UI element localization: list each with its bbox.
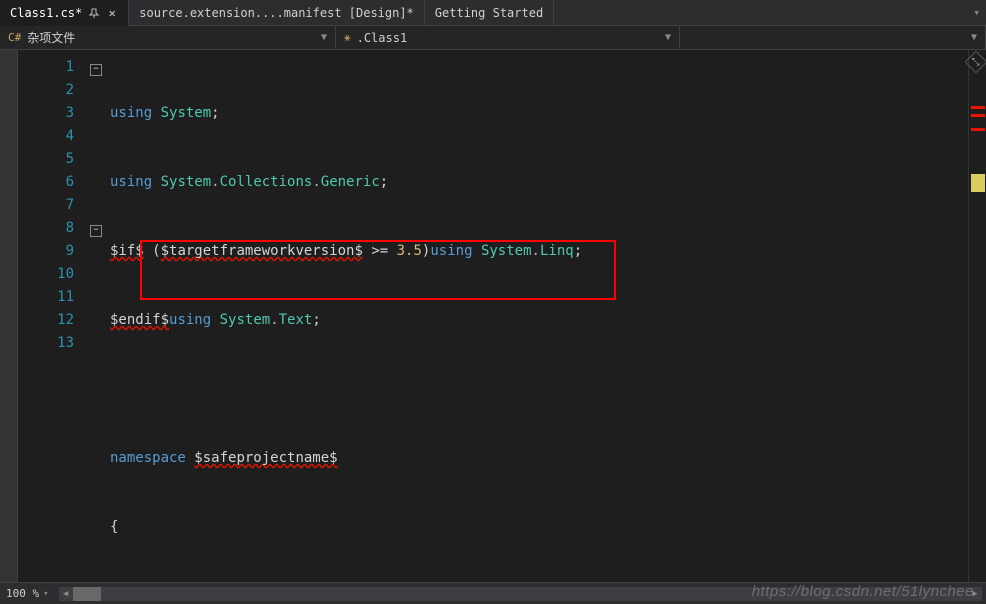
- line-number: 2: [18, 79, 74, 102]
- scroll-thumb[interactable]: [73, 587, 101, 601]
- nav-empty-dropdown[interactable]: ▼: [680, 26, 986, 49]
- tab-getting-started[interactable]: Getting Started: [425, 0, 554, 26]
- line-number: 9: [18, 240, 74, 263]
- split-icon[interactable]: ⤡: [965, 51, 986, 74]
- close-icon[interactable]: ✕: [106, 7, 118, 19]
- annotation-box: [140, 240, 616, 300]
- chevron-down-icon: ▾: [43, 589, 48, 599]
- token: $endif$: [110, 312, 169, 328]
- error-mark[interactable]: [971, 106, 985, 109]
- zoom-value: 100 %: [6, 587, 39, 600]
- line-number: 13: [18, 332, 74, 355]
- line-number: 10: [18, 263, 74, 286]
- type: System: [161, 174, 212, 190]
- type: System: [220, 312, 271, 328]
- error-mark[interactable]: [971, 128, 985, 131]
- editor-area: 1 2 3 4 5 6 7 8 9 10 11 12 13 − − using …: [0, 50, 986, 582]
- status-bar: 100 % ▾ ◀ ▶ https://blog.csdn.net/51lync…: [0, 582, 986, 604]
- line-number: 6: [18, 171, 74, 194]
- fold-toggle[interactable]: −: [90, 225, 102, 237]
- chevron-down-icon: ▼: [971, 32, 977, 43]
- tab-class1[interactable]: Class1.cs* ✕: [0, 0, 129, 26]
- keyword: using: [110, 174, 152, 190]
- keyword: using: [169, 312, 211, 328]
- line-number: 11: [18, 286, 74, 309]
- left-margin: [0, 50, 18, 582]
- code-editor[interactable]: 1 2 3 4 5 6 7 8 9 10 11 12 13 − − using …: [18, 50, 986, 582]
- change-mark[interactable]: [971, 174, 985, 192]
- type: System: [161, 105, 212, 121]
- tabs-overflow[interactable]: ▾: [973, 6, 986, 19]
- line-number: 8: [18, 217, 74, 240]
- tab-manifest[interactable]: source.extension....manifest [Design]*: [129, 0, 425, 26]
- class-icon: ⚹: [344, 31, 351, 45]
- code-nav-bar: C# 杂项文件 ▼ ⚹ .Class1 ▼ ▼: [0, 26, 986, 50]
- scroll-right-icon[interactable]: ▶: [968, 587, 982, 601]
- error-mark[interactable]: [971, 114, 985, 117]
- zoom-control[interactable]: 100 % ▾: [0, 587, 55, 600]
- tab-label: Getting Started: [435, 6, 543, 20]
- document-tabs: Class1.cs* ✕ source.extension....manifes…: [0, 0, 986, 26]
- token: $if$: [110, 243, 144, 259]
- fold-toggle[interactable]: −: [90, 64, 102, 76]
- line-number: 12: [18, 309, 74, 332]
- chevron-down-icon: ▼: [321, 32, 327, 43]
- type: Collections: [220, 174, 313, 190]
- token: $safeprojectname$: [194, 450, 337, 466]
- tab-label: Class1.cs*: [10, 6, 82, 20]
- keyword: using: [110, 105, 152, 121]
- tab-label: source.extension....manifest [Design]*: [139, 6, 414, 20]
- line-number: 4: [18, 125, 74, 148]
- nav-scope-label: 杂项文件: [27, 29, 75, 46]
- line-number: 1: [18, 56, 74, 79]
- chevron-down-icon: ▼: [665, 32, 671, 43]
- keyword: namespace: [110, 450, 186, 466]
- line-number: 7: [18, 194, 74, 217]
- overview-ruler[interactable]: ⤡: [968, 50, 986, 582]
- line-number-gutter: 1 2 3 4 5 6 7 8 9 10 11 12 13: [18, 50, 90, 582]
- code-content[interactable]: using System; using System.Collections.G…: [110, 50, 968, 582]
- nav-member-label: .Class1: [357, 31, 408, 45]
- brace: {: [110, 519, 118, 535]
- line-number: 3: [18, 102, 74, 125]
- line-number: 5: [18, 148, 74, 171]
- horizontal-scrollbar[interactable]: ◀ ▶: [59, 587, 982, 601]
- type: Text: [279, 312, 313, 328]
- csharp-icon: C#: [8, 31, 21, 44]
- nav-member-dropdown[interactable]: ⚹ .Class1 ▼: [336, 26, 680, 49]
- pin-icon[interactable]: [88, 7, 100, 19]
- type: Generic: [321, 174, 380, 190]
- fold-column: − −: [90, 50, 110, 582]
- scroll-left-icon[interactable]: ◀: [59, 587, 73, 601]
- nav-scope-dropdown[interactable]: C# 杂项文件 ▼: [0, 26, 336, 49]
